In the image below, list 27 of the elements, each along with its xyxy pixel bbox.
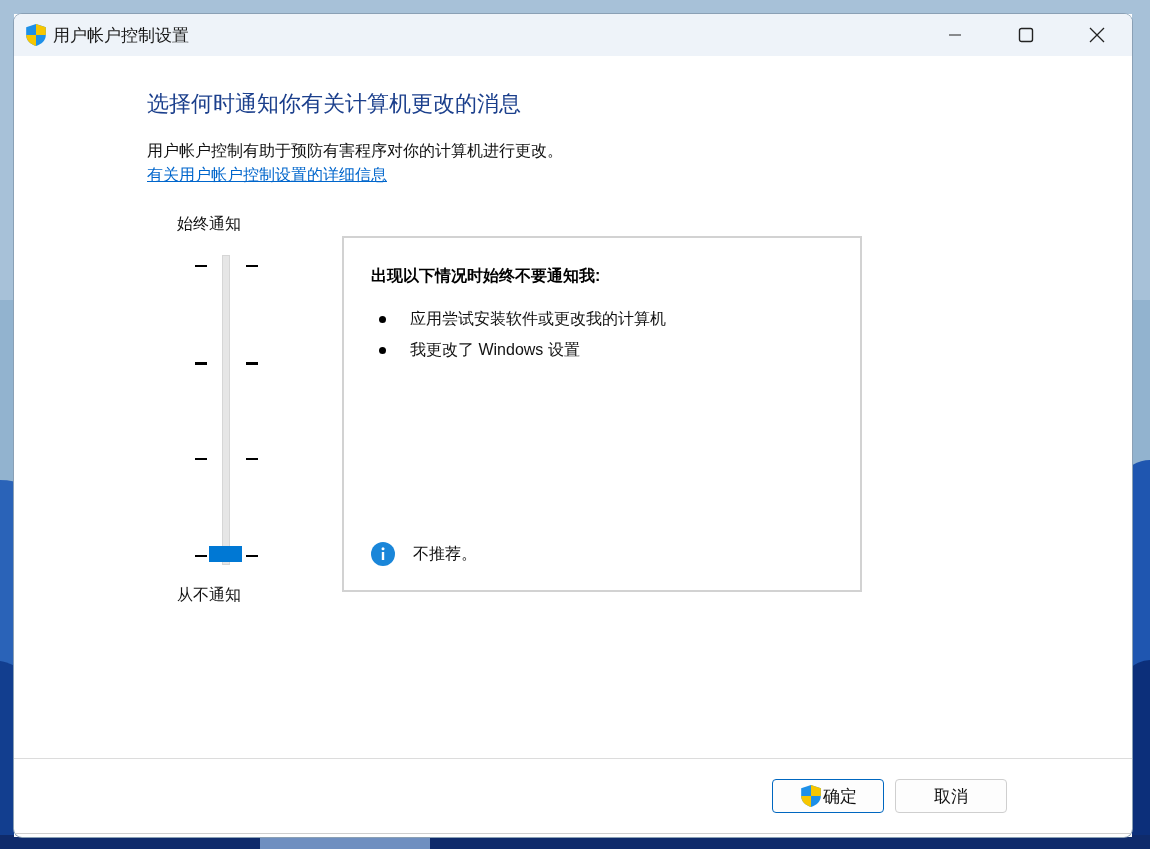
window-title: 用户帐户控制设置 [53, 24, 189, 47]
bullet-icon [379, 316, 386, 323]
tick-mark [246, 361, 258, 365]
tick-mark [246, 458, 258, 460]
tick-mark [195, 361, 207, 365]
shield-icon [25, 23, 47, 47]
tick-mark [195, 265, 207, 267]
ok-button[interactable]: 确定 [772, 779, 884, 813]
description: 用户帐户控制有助于预防有害程序对你的计算机进行更改。 [147, 141, 563, 161]
info-icon [371, 542, 395, 566]
slider-thumb[interactable] [209, 546, 242, 562]
slider-top-label: 始终通知 [177, 214, 241, 234]
heading: 选择何时通知你有关计算机更改的消息 [147, 90, 521, 118]
close-icon [1088, 27, 1105, 43]
note-text: 不推荐。 [413, 543, 477, 564]
bullet-text: 应用尝试安装软件或更改我的计算机 [410, 309, 666, 329]
tick-mark [246, 554, 258, 557]
bullet-text: 我更改了 Windows 设置 [410, 340, 580, 360]
slider-bottom-label: 从不通知 [177, 585, 241, 605]
bullet-icon [379, 347, 386, 354]
tick-mark [246, 265, 258, 267]
cancel-button[interactable]: 取消 [895, 779, 1007, 813]
maximize-icon [1017, 27, 1034, 43]
tick-mark [195, 458, 207, 460]
tick-mark [195, 554, 207, 557]
details-link[interactable]: 有关用户帐户控制设置的详细信息 [147, 165, 387, 186]
info-title: 出现以下情况时始终不要通知我: [371, 266, 602, 286]
